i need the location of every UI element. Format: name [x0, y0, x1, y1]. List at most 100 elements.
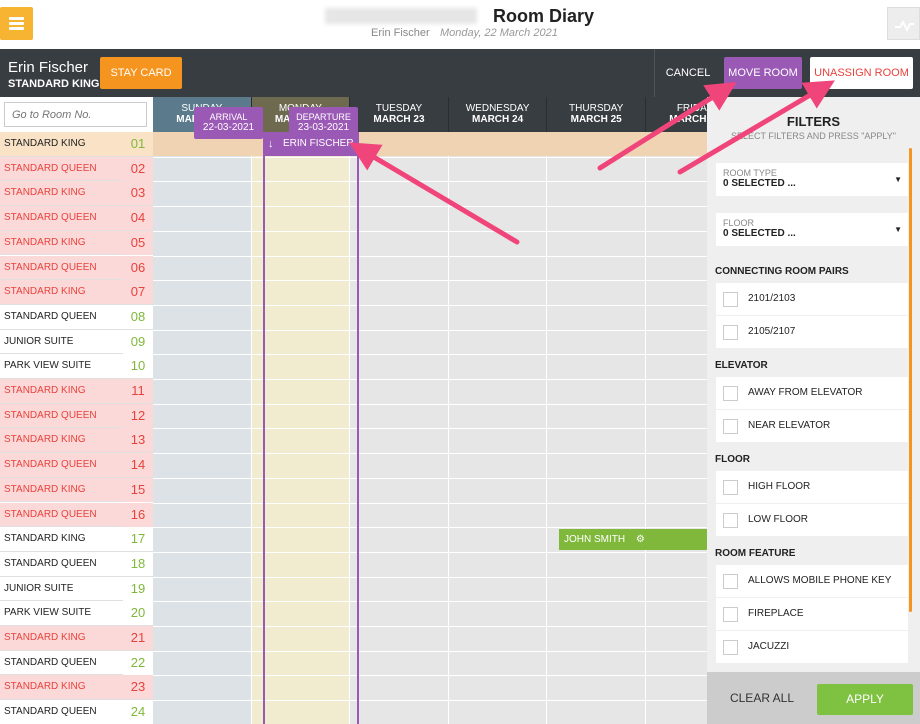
room-number: 07 [123, 280, 153, 305]
filter-option[interactable]: NEAR ELEVATOR [716, 410, 908, 442]
room-row[interactable]: JUNIOR SUITE 19 [0, 576, 153, 602]
room-number: 23 [123, 675, 153, 700]
room-row[interactable]: STANDARD QUEEN 12 [0, 403, 153, 429]
room-row[interactable]: STANDARD KING 23 [0, 675, 153, 701]
filter-option[interactable]: LOW FLOOR [716, 504, 908, 536]
guest-room-type: STANDARD KING [8, 78, 100, 90]
checkbox[interactable] [723, 513, 738, 528]
arrival-tag: ARRIVAL 22-03-2021 [194, 107, 263, 139]
room-row[interactable]: STANDARD QUEEN 18 [0, 551, 153, 577]
room-row[interactable]: STANDARD KING 13 [0, 428, 153, 454]
day-name: TUESDAY [375, 103, 423, 114]
cancel-button[interactable]: CANCEL [658, 57, 718, 89]
room-type: STANDARD KING [4, 681, 86, 693]
room-row[interactable]: STANDARD QUEEN 04 [0, 206, 153, 231]
filters-subtitle: SELECT FILTERS AND PRESS "APPLY" [731, 131, 896, 141]
filters-scrollbar[interactable] [909, 148, 912, 612]
row-divider [153, 477, 707, 479]
filter-option[interactable]: 2101/2103 [716, 283, 908, 315]
day-date: MARCH 23 [373, 114, 425, 125]
filter-option[interactable]: FIREPLACE [716, 598, 908, 630]
day-header[interactable]: TUESDAY MARCH 23 [350, 97, 449, 132]
room-number: 15 [123, 477, 153, 502]
day-header[interactable]: FRIDAYMARCH 26 [646, 97, 707, 132]
menu-icon[interactable] [0, 7, 33, 40]
room-search-input[interactable] [4, 102, 147, 127]
room-row[interactable]: JUNIOR SUITE 09 [0, 329, 153, 355]
room-type: STANDARD KING [4, 632, 86, 643]
checkbox[interactable] [723, 480, 738, 495]
floor-select[interactable]: FLOOR 0 SELECTED ... ▼ [716, 213, 908, 246]
unassign-room-button[interactable]: UNASSIGN ROOM [810, 57, 913, 89]
room-row[interactable]: STANDARD QUEEN 16 [0, 502, 153, 528]
option-label: JACUZZI [748, 641, 790, 652]
row-divider [153, 576, 707, 578]
filter-option[interactable]: 2105/2107 [716, 316, 908, 348]
blurred-hotel-name [325, 8, 477, 24]
room-row[interactable]: STANDARD KING 17 [0, 527, 153, 552]
room-row[interactable]: STANDARD QUEEN 22 [0, 650, 153, 676]
room-row[interactable]: STANDARD KING 01 [0, 132, 153, 157]
checkbox[interactable] [723, 325, 738, 340]
room-row[interactable]: STANDARD KING 07 [0, 280, 153, 305]
room-row[interactable]: STANDARD QUEEN 02 [0, 156, 153, 182]
room-number: 10 [123, 354, 153, 379]
room-row[interactable]: STANDARD KING 11 [0, 379, 153, 404]
filters-title: FILTERS [786, 114, 841, 129]
room-type: PARK VIEW SUITE [4, 360, 92, 372]
room-type: STANDARD KING [4, 286, 86, 298]
room-row[interactable]: STANDARD KING 15 [0, 477, 153, 503]
move-room-button[interactable]: MOVE ROOM [724, 57, 802, 89]
day-header[interactable]: WEDNESDAY MARCH 24 [448, 97, 548, 132]
room-type: STANDARD KING [4, 187, 86, 199]
room-diary-app: Room Diary Erin Fischer Monday, 22 March… [0, 0, 920, 724]
room-row[interactable]: STANDARD KING 21 [0, 626, 153, 651]
option-label: 2105/2107 [748, 326, 796, 337]
room-type: STANDARD QUEEN [4, 557, 97, 569]
room-type: STANDARD KING [4, 483, 86, 495]
filter-option[interactable]: ALLOWS MOBILE PHONE KEY [716, 565, 908, 597]
option-label: AWAY FROM ELEVATOR [748, 387, 863, 398]
room-type: STANDARD QUEEN [4, 261, 97, 273]
room-row[interactable]: STANDARD KING 03 [0, 181, 153, 207]
departure-tag[interactable]: DEPARTURE 23-03-2021 [289, 107, 358, 139]
day-date: MARCH 24 [472, 114, 524, 125]
checkbox[interactable] [723, 419, 738, 434]
filter-option[interactable]: JACUZZI [716, 631, 908, 663]
stay-card-button[interactable]: STAY CARD [100, 57, 182, 89]
stats-icon[interactable] [887, 7, 920, 40]
filter-option[interactable]: AWAY FROM ELEVATOR [716, 377, 908, 409]
checkbox[interactable] [723, 607, 738, 622]
booking-guest-name: JOHN SMITH [564, 534, 626, 545]
checkbox[interactable] [723, 574, 738, 589]
room-type: STANDARD QUEEN [4, 508, 97, 520]
room-row[interactable]: STANDARD QUEEN 08 [0, 304, 153, 330]
row-divider [153, 181, 707, 183]
room-row[interactable]: STANDARD QUEEN 06 [0, 255, 153, 281]
connecting-header: CONNECTING ROOM PAIRS [715, 266, 849, 277]
clear-all-button[interactable]: CLEAR ALL [707, 672, 817, 724]
room-row[interactable]: STANDARD QUEEN 24 [0, 700, 153, 724]
checkbox[interactable] [723, 292, 738, 307]
room-row[interactable]: PARK VIEW SUITE 20 [0, 601, 153, 626]
room-number: 14 [123, 453, 153, 478]
checkbox[interactable] [723, 640, 738, 655]
room-row[interactable]: STANDARD KING 05 [0, 230, 153, 256]
room-type: STANDARD KING [4, 138, 86, 149]
room-number: 08 [123, 304, 153, 329]
day-header[interactable]: THURSDAY MARCH 25 [547, 97, 646, 132]
filter-option[interactable]: HIGH FLOOR [716, 471, 908, 503]
room-type-value: 0 SELECTED ... [723, 178, 796, 189]
room-type-select[interactable]: ROOM TYPE 0 SELECTED ... ▼ [716, 163, 908, 196]
room-row[interactable]: PARK VIEW SUITE 10 [0, 354, 153, 379]
apply-button[interactable]: APPLY [817, 684, 913, 715]
row-divider [153, 650, 707, 652]
room-type: STANDARD QUEEN [4, 656, 97, 668]
room-row[interactable]: STANDARD QUEEN 14 [0, 453, 153, 478]
row-divider [153, 206, 707, 208]
day-name: WEDNESDAY [465, 103, 530, 114]
room-type: STANDARD QUEEN [4, 409, 97, 421]
room-number: 17 [123, 527, 153, 552]
checkbox[interactable] [723, 386, 738, 401]
booking-john-smith[interactable]: JOHN SMITH ⚙ [559, 529, 707, 550]
